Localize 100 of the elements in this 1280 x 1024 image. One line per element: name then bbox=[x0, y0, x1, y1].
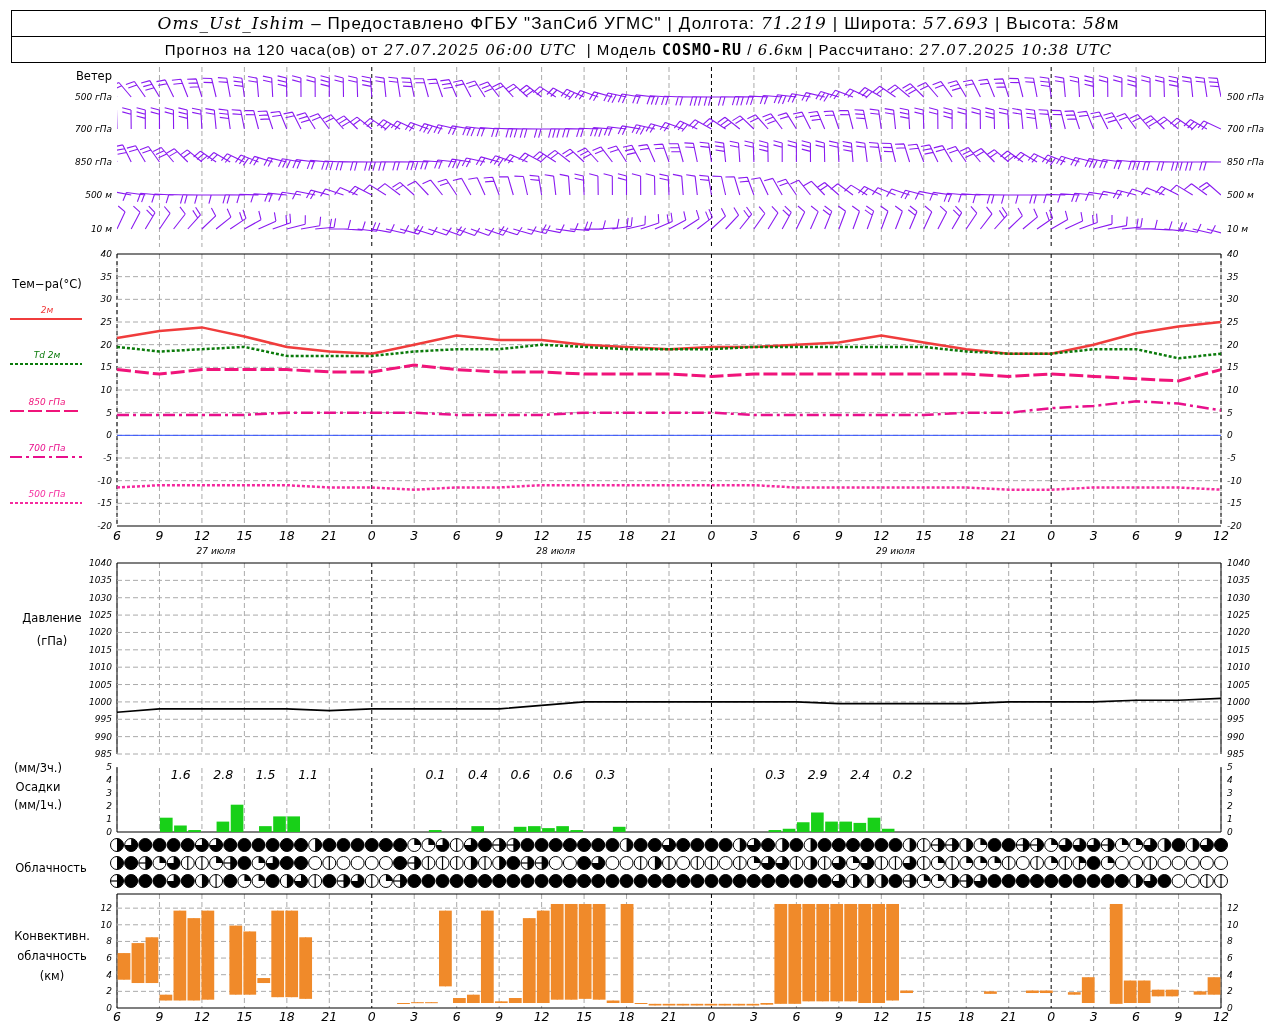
tick-label: 1040 bbox=[1227, 558, 1250, 568]
tick-label: 6 bbox=[106, 953, 112, 964]
tick-label: 0 bbox=[707, 1009, 716, 1024]
axis-title: облачность bbox=[17, 949, 87, 963]
tick-label: 9 bbox=[155, 528, 164, 543]
tick-label: 1020 bbox=[1227, 627, 1250, 638]
tick-label: -10 bbox=[97, 475, 112, 486]
tick-label: 1035 bbox=[1227, 575, 1250, 586]
tick-label: 6 bbox=[792, 528, 801, 543]
tick-label: 12 bbox=[1213, 528, 1229, 543]
tick-label: 18 bbox=[958, 1009, 975, 1024]
tick-label: 3 bbox=[106, 788, 112, 798]
tick-label: 9 bbox=[834, 1009, 843, 1024]
wind-level-label: 700 гПа bbox=[1227, 124, 1265, 134]
tick-label: 18 bbox=[278, 528, 295, 543]
tick-label: 1025 bbox=[1227, 610, 1250, 621]
tick-label: 30 bbox=[1227, 294, 1239, 305]
axis-unit: (мм/1ч.) bbox=[14, 798, 62, 812]
date-label: 27 июля bbox=[196, 546, 236, 556]
wind-level-label: 500 гПа bbox=[74, 92, 112, 102]
tick-label: 4 bbox=[106, 775, 112, 785]
tick-label: 9 bbox=[155, 1009, 164, 1024]
tick-label: 6 bbox=[1227, 953, 1233, 964]
axis-title: Давление bbox=[22, 611, 82, 625]
tick-label: 0 bbox=[1047, 1009, 1056, 1024]
tick-label: 6 bbox=[1132, 528, 1141, 543]
tick-label: 18 bbox=[958, 528, 975, 543]
tick-label: 3 bbox=[1227, 788, 1233, 798]
precipitation-total: 1.5 bbox=[255, 767, 276, 782]
tick-label: 1015 bbox=[1227, 644, 1250, 655]
tick-label: 3 bbox=[749, 528, 758, 543]
tick-label: 1035 bbox=[89, 575, 112, 586]
tick-label: 4 bbox=[106, 969, 112, 980]
tick-label: 9 bbox=[1174, 528, 1183, 543]
tick-label: 995 bbox=[1227, 714, 1245, 725]
tick-label: -15 bbox=[97, 498, 112, 509]
precipitation-total: 2.9 bbox=[807, 767, 828, 782]
tick-label: 6 bbox=[1132, 1009, 1141, 1024]
precipitation-total: 0.6 bbox=[510, 767, 531, 782]
tick-label: 0 bbox=[1227, 827, 1233, 837]
tick-label: 10 bbox=[1227, 385, 1239, 395]
tick-label: 1 bbox=[1227, 814, 1233, 824]
precipitation-total: 0.3 bbox=[765, 767, 786, 782]
date-label: 29 июля bbox=[876, 546, 915, 556]
tick-label: 18 bbox=[278, 1009, 295, 1024]
header-line: Oms_Ust_Ishim – Предоставлено ФГБУ "ЗапСиб УГМС" | Долгота: 71.219 | Широта: 57.693 | Высота: 58м bbox=[12, 11, 1265, 37]
axis-title: Тем−ра(°С) bbox=[12, 277, 82, 291]
tick-label: 0 bbox=[106, 430, 112, 441]
tick-label: 10 bbox=[100, 385, 112, 395]
tick-label: 30 bbox=[100, 294, 112, 305]
tick-label: 3 bbox=[749, 1009, 758, 1024]
tick-label: 18 bbox=[618, 528, 635, 543]
tick-label: -15 bbox=[1227, 498, 1242, 509]
tick-label: 21 bbox=[661, 1009, 677, 1024]
tick-label: 12 bbox=[873, 528, 890, 543]
tick-label: 0 bbox=[106, 827, 112, 837]
tick-label: 8 bbox=[1227, 936, 1233, 947]
tick-label: 1000 bbox=[89, 696, 112, 707]
tick-label: 3 bbox=[1089, 1009, 1098, 1024]
tick-label: -20 bbox=[1227, 521, 1242, 531]
tick-label: -10 bbox=[1227, 475, 1242, 486]
tick-label: 12 bbox=[873, 1009, 890, 1024]
tick-label: 15 bbox=[915, 1009, 932, 1024]
tick-label: 12 bbox=[193, 1009, 210, 1024]
wind-level-label: 500 м bbox=[85, 190, 112, 200]
tick-label: 1000 bbox=[1227, 696, 1250, 707]
wind-level-label: 10 м bbox=[1227, 224, 1249, 234]
precipitation-total: 0.4 bbox=[468, 767, 488, 782]
tick-label: 40 bbox=[100, 249, 112, 259]
wind-level-label: 500 м bbox=[1227, 190, 1254, 200]
wind-level-label: 10 м bbox=[90, 224, 112, 234]
tick-label: 8 bbox=[106, 936, 112, 947]
precipitation-total: 2.8 bbox=[213, 767, 234, 782]
tick-label: 21 bbox=[321, 528, 338, 543]
legend-label: 2м bbox=[40, 305, 54, 315]
tick-label: 6 bbox=[113, 528, 121, 543]
axis-unit: (гПа) bbox=[36, 634, 68, 648]
tick-label: 6 bbox=[113, 1009, 121, 1024]
tick-label: 5 bbox=[1227, 407, 1233, 418]
tick-label: 1005 bbox=[1227, 679, 1250, 690]
tick-label: 990 bbox=[1227, 731, 1245, 742]
tick-label: 1040 bbox=[89, 558, 112, 568]
tick-label: -5 bbox=[103, 453, 112, 463]
tick-label: 5 bbox=[106, 762, 112, 772]
precipitation-total: 1.6 bbox=[170, 767, 191, 782]
tick-label: 1010 bbox=[1227, 662, 1250, 673]
tick-label: 12 bbox=[193, 528, 210, 543]
axis-title: (км) bbox=[39, 969, 65, 983]
tick-label: 40 bbox=[1227, 249, 1239, 259]
tick-label: 1 bbox=[106, 814, 112, 824]
tick-label: 15 bbox=[236, 528, 253, 543]
tick-label: 0 bbox=[707, 528, 716, 543]
tick-label: 15 bbox=[576, 1009, 593, 1024]
tick-label: 4 bbox=[1227, 775, 1233, 785]
tick-label: 4 bbox=[1227, 969, 1233, 980]
axis-title: Конвективн. bbox=[14, 929, 90, 943]
axis-title: Осадки bbox=[15, 780, 61, 794]
tick-label: 1010 bbox=[89, 662, 112, 673]
tick-label: 990 bbox=[94, 731, 112, 742]
tick-label: 1015 bbox=[89, 644, 112, 655]
